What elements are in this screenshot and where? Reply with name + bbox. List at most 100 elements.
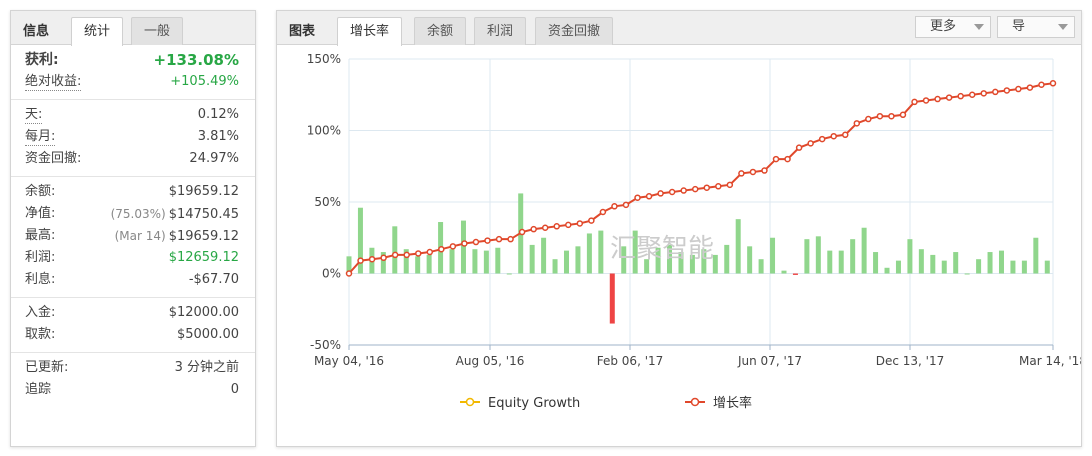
stats-group: 已更新: 3 分钟之前追踪 0 [11,353,255,407]
bar [575,246,581,274]
growth-chart: 150% 100% 50% 0% -50% May 04, '16 Aug 05, '16 F… [307,52,1081,411]
bar [586,233,592,274]
chart-title: 图表 [289,24,316,39]
y-tick-label: 50% [314,195,341,209]
bar [598,230,604,274]
bar [987,252,993,274]
bar [472,249,478,274]
stat-row: 每月: 3.81% [11,126,255,148]
growth-point [565,221,572,229]
stats-group: 余额: $19659.12 净值: (75.03%) $14750.45 最高: (Mar … [11,177,255,298]
stat-row: 已更新: 3 分钟之前 [11,357,255,379]
tab-profit[interactable]: 利润 [474,17,527,45]
stat-row: 绝对收益: +105.49% [11,71,255,93]
stat-value: -$67.70 [188,272,239,287]
bar [460,220,466,274]
growth-point [922,97,930,104]
stat-value-wrap: +105.49% [170,71,239,93]
tab-drawdown[interactable]: 资金回撤 [535,17,614,45]
bar [449,249,455,274]
bar [552,259,558,274]
growth-point [391,251,399,259]
bar [998,250,1004,274]
stat-value: $12000.00 [168,305,239,320]
growth-point [715,183,722,190]
growth-point [461,240,468,247]
growth-point [438,245,445,253]
stat-label: 资金回撤: [25,151,82,166]
growth-point [414,250,422,257]
stat-value-wrap: 24.97% [189,148,239,170]
growth-point [876,112,884,120]
growth-point [611,203,618,210]
tab-statistics[interactable]: 统计 [71,17,124,46]
stat-row: 入金: $12000.00 [11,302,255,324]
bar [781,270,787,274]
stat-row: 资金回撤: 24.97% [11,148,255,170]
export-label: 导 [1012,19,1026,34]
x-tick-label: Dec 13, '17 [876,354,945,368]
bar [815,236,821,274]
growth-point [945,94,953,101]
bar [918,249,924,274]
growth-point [680,187,687,194]
bar [392,226,398,274]
stat-row: 取款: $5000.00 [11,324,255,346]
x-tick-label: May 04, '16 [314,354,384,368]
stat-label: 天: [25,107,43,124]
stat-row: 最高: (Mar 14) $19659.12 [11,225,255,247]
stat-value: $14750.45 [168,207,239,222]
bar [747,246,753,274]
growth-point [472,238,480,246]
growth-point [518,228,526,236]
growth-point [818,135,826,143]
bar [415,256,421,274]
y-tick-label: 100% [307,124,341,138]
growth-point [738,170,745,177]
stat-value: 24.97% [189,151,239,166]
tab-info[interactable]: 信息 [23,20,49,39]
stat-label: 已更新: [25,360,69,375]
bar [770,237,776,274]
tab-growth[interactable]: 增长率 [337,17,403,46]
growth-point [357,257,364,264]
stat-label: 每月: [25,129,56,146]
stat-value: 0.12% [197,107,239,122]
bar [541,237,547,274]
legend-marker-equity [465,397,475,407]
stat-label: 绝对收益: [25,74,82,91]
export-dropdown[interactable]: 导 [997,16,1075,38]
bar [758,259,764,274]
growth-point [449,243,457,250]
stat-value-wrap: $12659.12 [169,247,239,269]
growth-point [888,112,895,120]
growth-point [761,167,768,174]
stats-tabbar: 信息 统计 一般 [11,11,255,46]
bar [907,239,913,274]
growth-point [807,140,814,147]
growth-point [495,235,503,243]
growth-point [599,208,607,216]
stats-list: 获利: +133.08% 绝对收益: +105.49% 天: 0.12% 每月: 3.81% 资… [11,45,255,407]
bar [1010,260,1016,274]
tab-balance[interactable]: 余额 [414,17,467,45]
stat-label: 余额: [25,184,56,199]
more-label: 更多 [930,19,957,34]
growth-point [645,193,653,200]
bar [861,227,867,274]
bar [483,250,489,274]
stat-label: 追踪 [25,382,52,397]
bar [941,260,947,274]
bar [563,250,569,274]
stat-value: 0 [230,382,239,397]
bar [850,239,856,274]
bar [735,219,741,274]
chevron-down-icon [974,24,984,30]
growth-point [622,201,630,209]
bar [495,247,501,274]
more-dropdown[interactable]: 更多 [915,16,991,38]
growth-point [703,184,711,191]
growth-point [957,92,964,100]
tab-general[interactable]: 一般 [131,17,184,45]
bar [976,259,982,274]
